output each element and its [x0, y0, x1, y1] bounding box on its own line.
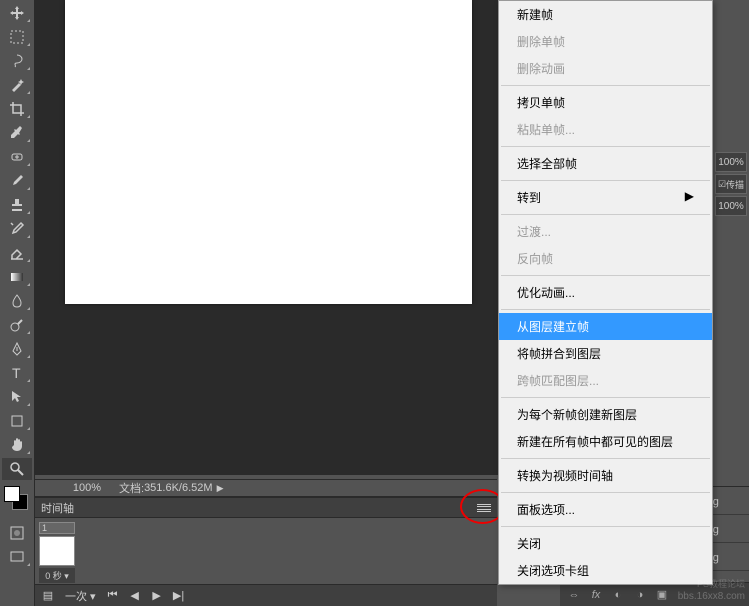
menu-copy-frame[interactable]: 拷贝单帧	[499, 89, 712, 116]
menu-new-visible[interactable]: 新建在所有帧中都可见的图层	[499, 428, 712, 455]
gradient-tool[interactable]	[2, 266, 32, 288]
timeline-menu-icon[interactable]	[475, 501, 493, 515]
watermark-url: bbs.16xx8.com	[678, 591, 745, 602]
fill-stub[interactable]: 100%	[715, 196, 747, 216]
frame-number: 1	[39, 522, 75, 534]
menu-make-frames-from-layers[interactable]: 从图层建立帧	[499, 313, 712, 340]
stamp-tool[interactable]	[2, 194, 32, 216]
menu-panel-options[interactable]: 面板选项...	[499, 496, 712, 523]
fx-icon[interactable]: fx	[588, 587, 604, 603]
wand-tool[interactable]	[2, 74, 32, 96]
menu-separator	[501, 458, 710, 459]
timeline-title: 时间轴	[41, 500, 74, 516]
timeline-convert-icon[interactable]: ▤	[39, 588, 57, 604]
doc-size: 351.6K/6.52M	[144, 482, 213, 494]
type-tool[interactable]: T	[2, 362, 32, 384]
adjustment-icon[interactable]: ◑	[632, 587, 648, 603]
frame-preview[interactable]	[39, 536, 75, 566]
menu-new-frame[interactable]: 新建帧	[499, 1, 712, 28]
menu-delete-frame: 删除单帧	[499, 28, 712, 55]
canvas-area	[35, 0, 498, 475]
timeline-header: 时间轴	[35, 498, 497, 518]
menu-separator	[501, 492, 710, 493]
link-layers-icon[interactable]: ⇔	[566, 587, 582, 603]
opacity-stub[interactable]: 100%	[715, 152, 747, 172]
menu-separator	[501, 146, 710, 147]
menu-separator	[501, 180, 710, 181]
move-tool[interactable]	[2, 2, 32, 24]
menu-convert-video[interactable]: 转换为视频时间轴	[499, 462, 712, 489]
first-frame-icon[interactable]: ⏮	[104, 588, 122, 604]
loop-selector[interactable]: 一次 ▾	[61, 588, 100, 604]
menu-close-tab-group[interactable]: 关闭选项卡组	[499, 557, 712, 584]
zoom-tool[interactable]	[2, 458, 32, 480]
menu-separator	[501, 309, 710, 310]
menu-separator	[501, 275, 710, 276]
zoom-level[interactable]: 100%	[39, 482, 109, 494]
frame-duration[interactable]: 0 秒 ▾	[39, 568, 75, 583]
menu-select-all[interactable]: 选择全部帧	[499, 150, 712, 177]
tools-panel: T	[0, 0, 35, 606]
watermark: PS教程论坛	[697, 577, 745, 590]
menu-separator	[501, 85, 710, 86]
play-icon[interactable]: ▶	[148, 588, 166, 604]
menu-goto[interactable]: 转到▶	[499, 184, 712, 211]
screenmode-toggle[interactable]	[2, 546, 32, 568]
menu-reverse: 反向帧	[499, 245, 712, 272]
timeline-panel: 时间轴 1 0 秒 ▾ ▤ 一次 ▾ ⏮ ◀ ▶ ▶|	[35, 497, 497, 606]
color-swatches[interactable]	[4, 486, 30, 516]
timeline-footer: ▤ 一次 ▾ ⏮ ◀ ▶ ▶|	[35, 584, 497, 606]
menu-delete-animation: 删除动画	[499, 55, 712, 82]
marquee-tool[interactable]	[2, 26, 32, 48]
menu-optimize[interactable]: 优化动画...	[499, 279, 712, 306]
next-frame-icon[interactable]: ▶|	[170, 588, 188, 604]
crop-tool[interactable]	[2, 98, 32, 120]
document-canvas[interactable]	[65, 0, 472, 304]
menu-new-layer-each[interactable]: 为每个新帧创建新图层	[499, 401, 712, 428]
eraser-tool[interactable]	[2, 242, 32, 264]
timeline-context-menu: 新建帧 删除单帧 删除动画 拷贝单帧 粘贴单帧... 选择全部帧 转到▶ 过渡.…	[498, 0, 713, 585]
quickmask-toggle[interactable]	[2, 522, 32, 544]
healing-tool[interactable]	[2, 146, 32, 168]
menu-separator	[501, 397, 710, 398]
menu-tween: 过渡...	[499, 218, 712, 245]
history-brush-tool[interactable]	[2, 218, 32, 240]
menu-paste-frame: 粘贴单帧...	[499, 116, 712, 143]
timeline-frames: 1 0 秒 ▾	[35, 518, 497, 587]
menu-match-layer: 跨帧匹配图层...	[499, 367, 712, 394]
panel-stub[interactable]: ☑ 传描	[715, 174, 747, 194]
shape-tool[interactable]	[2, 410, 32, 432]
menu-separator	[501, 526, 710, 527]
menu-close[interactable]: 关闭	[499, 530, 712, 557]
frame-thumb[interactable]: 1 0 秒 ▾	[39, 522, 75, 583]
hand-tool[interactable]	[2, 434, 32, 456]
lasso-tool[interactable]	[2, 50, 32, 72]
foreground-color[interactable]	[4, 486, 20, 502]
eyedropper-tool[interactable]	[2, 122, 32, 144]
svg-text:T: T	[12, 365, 21, 381]
doc-info-label: 文档:	[109, 480, 144, 496]
brush-tool[interactable]	[2, 170, 32, 192]
group-icon[interactable]: ▣	[654, 587, 670, 603]
mask-icon[interactable]: ◐	[610, 587, 626, 603]
prev-frame-icon[interactable]: ◀	[126, 588, 144, 604]
doc-info-arrow-icon[interactable]: ▶	[217, 483, 224, 494]
pen-tool[interactable]	[2, 338, 32, 360]
menu-flatten-frames[interactable]: 将帧拼合到图层	[499, 340, 712, 367]
blur-tool[interactable]	[2, 290, 32, 312]
path-select-tool[interactable]	[2, 386, 32, 408]
menu-separator	[501, 214, 710, 215]
dodge-tool[interactable]	[2, 314, 32, 336]
status-bar: 100% 文档: 351.6K/6.52M ▶	[35, 479, 497, 497]
